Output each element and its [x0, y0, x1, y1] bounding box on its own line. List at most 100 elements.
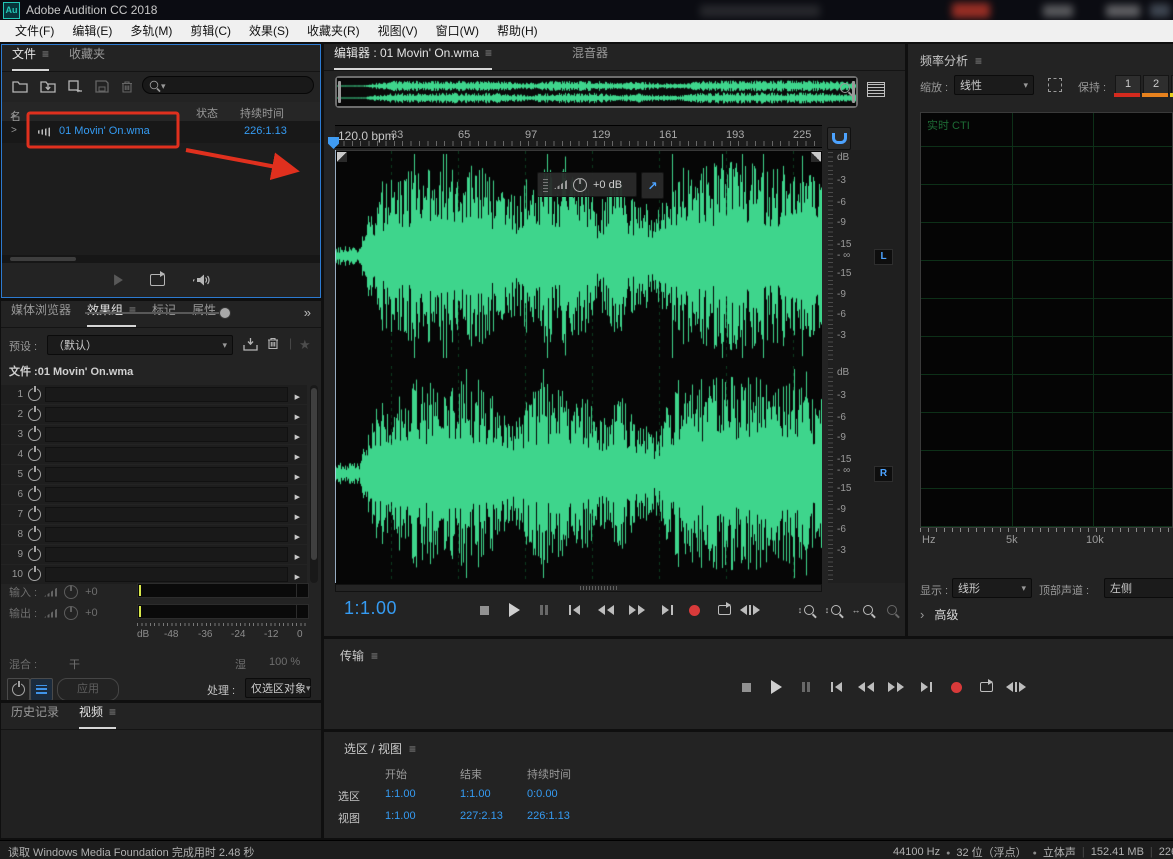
- menu-item[interactable]: 编辑(E): [63, 20, 121, 42]
- fade-out-handle[interactable]: [811, 152, 821, 162]
- tab-overflow-icon[interactable]: [304, 305, 311, 327]
- input-gain-value[interactable]: +0: [85, 586, 98, 598]
- import-files-icon[interactable]: [40, 80, 56, 93]
- fade-in-handle[interactable]: [337, 152, 347, 162]
- auto-play-speaker-icon[interactable]: [191, 273, 210, 287]
- panel-menu-icon[interactable]: [371, 649, 378, 663]
- tab-files[interactable]: 文件: [12, 45, 49, 71]
- open-file-icon[interactable]: [12, 80, 28, 93]
- column-status[interactable]: 状态: [196, 105, 218, 121]
- menu-item[interactable]: 视图(V): [369, 20, 427, 42]
- transport-loop-playback-button[interactable]: [974, 677, 998, 697]
- effect-slot-empty[interactable]: [45, 407, 288, 422]
- expand-arrow-icon[interactable]: [295, 568, 300, 582]
- file-row[interactable]: > 01 Movin' On.wma 226:1.13: [2, 121, 320, 143]
- power-icon[interactable]: [28, 388, 41, 401]
- hold-button-2[interactable]: 2: [1143, 75, 1169, 94]
- effect-slot-empty[interactable]: [45, 467, 288, 482]
- transport-pause-button[interactable]: [794, 677, 818, 697]
- tab-effects-rack[interactable]: 效果组: [87, 301, 136, 327]
- timeline-ruler[interactable]: 120.0 bpm 336597129161193225: [335, 125, 822, 148]
- effect-slot-empty[interactable]: [45, 427, 288, 442]
- expand-arrow-icon[interactable]: [295, 508, 300, 522]
- rack-list-toggle-button[interactable]: [30, 678, 53, 700]
- expand-arrow-icon[interactable]: [295, 388, 300, 402]
- transport-zoom-out-button[interactable]: ↕: [821, 600, 845, 620]
- transport-rewind-button[interactable]: [854, 677, 878, 697]
- transport-record-button[interactable]: [682, 600, 706, 620]
- menu-item[interactable]: 窗口(W): [427, 20, 488, 42]
- effect-slot-empty[interactable]: [45, 487, 288, 502]
- tab-media-browser[interactable]: 媒体浏览器: [11, 301, 71, 327]
- time-value[interactable]: 226:1.13: [527, 810, 570, 822]
- frequency-graph[interactable]: 实时 CTI: [920, 112, 1173, 528]
- power-icon[interactable]: [28, 548, 41, 561]
- output-gain-knob[interactable]: [64, 606, 78, 620]
- input-gain-knob[interactable]: [64, 585, 78, 599]
- expand-arrow-icon[interactable]: [295, 448, 300, 462]
- advanced-expander[interactable]: 高级: [920, 606, 958, 623]
- time-value[interactable]: 227:2.13: [460, 810, 503, 822]
- power-icon[interactable]: [28, 568, 41, 581]
- title-bar[interactable]: Au Adobe Audition CC 2018: [0, 0, 1173, 20]
- time-value[interactable]: 0:0.00: [527, 788, 558, 800]
- power-icon[interactable]: [28, 448, 41, 461]
- current-time-indicator[interactable]: [335, 150, 336, 583]
- effect-slot-empty[interactable]: [45, 547, 288, 562]
- effect-slot-empty[interactable]: [45, 447, 288, 462]
- menu-item[interactable]: 文件(F): [6, 20, 63, 42]
- hud-pin-button[interactable]: [641, 172, 664, 199]
- panel-menu-icon[interactable]: [129, 303, 136, 317]
- display-dropdown[interactable]: 线形: [952, 578, 1032, 598]
- transport-skip-to-start-button[interactable]: [562, 600, 586, 620]
- zoom-reset-icon[interactable]: [840, 82, 850, 96]
- effects-rack-slot[interactable]: 2: [1, 405, 307, 424]
- menu-item[interactable]: 多轨(M): [121, 20, 181, 42]
- expand-arrow-icon[interactable]: [295, 428, 300, 442]
- power-icon[interactable]: [28, 528, 41, 541]
- hud-gain-knob[interactable]: [573, 178, 587, 192]
- transport-pause-button[interactable]: [532, 600, 556, 620]
- power-icon[interactable]: [28, 408, 41, 421]
- menu-item[interactable]: 帮助(H): [488, 20, 547, 42]
- time-value[interactable]: 1:1.00: [460, 788, 491, 800]
- menu-item[interactable]: 收藏夹(R): [298, 20, 369, 42]
- menu-item[interactable]: 剪辑(C): [181, 20, 240, 42]
- effects-rack-slot[interactable]: 8: [1, 525, 307, 544]
- waveform-scrollbar[interactable]: [335, 584, 822, 592]
- expand-arrow-icon[interactable]: [295, 528, 300, 542]
- transport-skip-selection-button[interactable]: [1004, 677, 1028, 697]
- horizontal-scrollbar[interactable]: [2, 255, 320, 263]
- search-input[interactable]: [142, 76, 314, 94]
- right-channel-badge[interactable]: R: [874, 466, 893, 482]
- session-list-icon[interactable]: [867, 82, 885, 97]
- delete-icon[interactable]: [121, 80, 133, 93]
- transport-zoom-in-button[interactable]: ↕: [794, 600, 818, 620]
- favorite-star-icon[interactable]: [299, 337, 311, 353]
- effect-slot-empty[interactable]: [45, 567, 288, 582]
- transport-loop-playback-button[interactable]: [712, 600, 736, 620]
- transport-record-button[interactable]: [944, 677, 968, 697]
- left-channel-badge[interactable]: L: [874, 249, 893, 265]
- menu-item[interactable]: 效果(S): [240, 20, 298, 42]
- effects-rack-slot[interactable]: 1: [1, 385, 307, 404]
- range-handle-left[interactable]: [338, 81, 341, 103]
- mix-slider-track[interactable]: [85, 312, 225, 314]
- transport-fast-forward-button[interactable]: [625, 600, 649, 620]
- hold-button-1[interactable]: 1: [1115, 75, 1141, 94]
- transport-skip-to-end-button[interactable]: [914, 677, 938, 697]
- tab-video[interactable]: 视频: [79, 703, 116, 729]
- tab-mixer[interactable]: 混音器: [572, 44, 608, 70]
- time-value[interactable]: 1:1.00: [385, 810, 416, 822]
- expand-arrow-icon[interactable]: [295, 408, 300, 422]
- effect-slot-empty[interactable]: [45, 527, 288, 542]
- waveform-right-channel[interactable]: [335, 366, 822, 581]
- panel-menu-icon[interactable]: [975, 54, 982, 68]
- power-icon[interactable]: [28, 428, 41, 441]
- panel-menu-icon[interactable]: [109, 705, 116, 719]
- scale-dropdown[interactable]: 线性: [954, 75, 1034, 95]
- gain-hud[interactable]: +0 dB: [537, 172, 637, 197]
- transport-skip-to-start-button[interactable]: [824, 677, 848, 697]
- preview-play-button[interactable]: [114, 274, 123, 285]
- waveform-display[interactable]: [335, 150, 822, 584]
